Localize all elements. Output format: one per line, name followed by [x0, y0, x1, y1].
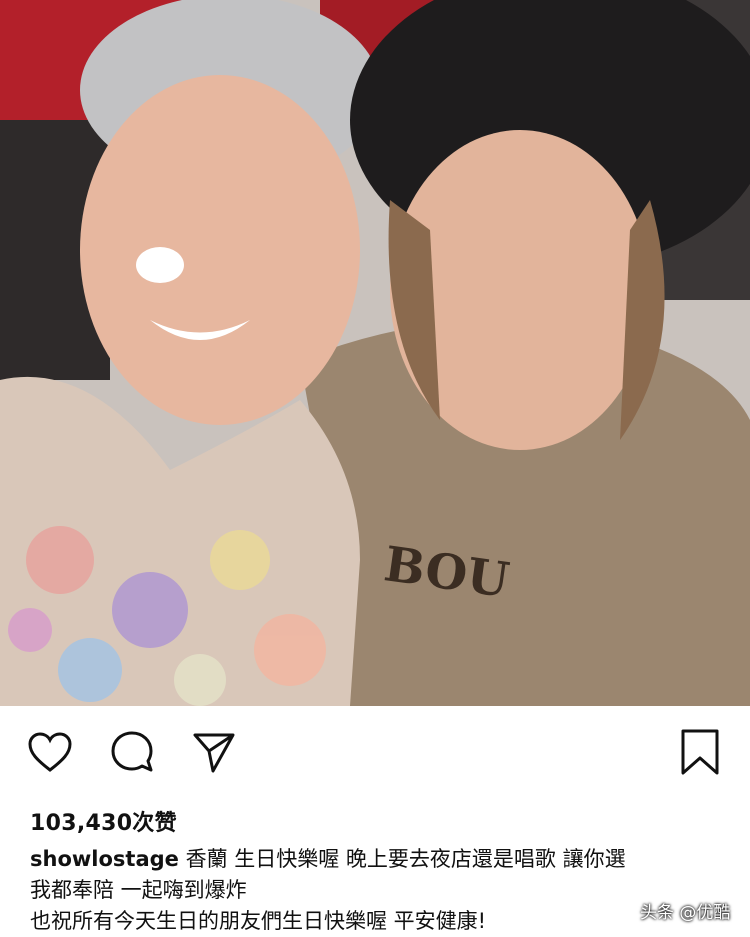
bookmark-outline-icon[interactable] — [676, 728, 724, 776]
watermark: 头条 @优酷 — [640, 903, 731, 923]
paper-plane-icon[interactable] — [190, 728, 238, 776]
comment-bubble-icon[interactable] — [108, 728, 156, 776]
caption-line-1: showlostage 香蘭 生日快樂喔 晚上要去夜店還是唱歌 讓你選 — [30, 844, 730, 875]
caption-line-2: 我都奉陪 一起嗨到爆炸 — [30, 878, 247, 902]
post-caption: showlostage 香蘭 生日快樂喔 晚上要去夜店還是唱歌 讓你選 我都奉陪… — [30, 844, 730, 937]
heart-outline-icon[interactable] — [26, 728, 74, 776]
caption-line-3: 也祝所有今天生日的朋友們生日快樂喔 平安健康! — [30, 909, 487, 933]
likes-count[interactable]: 103,430次赞 — [30, 805, 177, 837]
username-link[interactable]: showlostage — [30, 847, 179, 871]
caption-text-1: 香蘭 生日快樂喔 晚上要去夜店還是唱歌 讓你選 — [185, 847, 626, 871]
post-photo[interactable]: BOU — [0, 0, 750, 706]
